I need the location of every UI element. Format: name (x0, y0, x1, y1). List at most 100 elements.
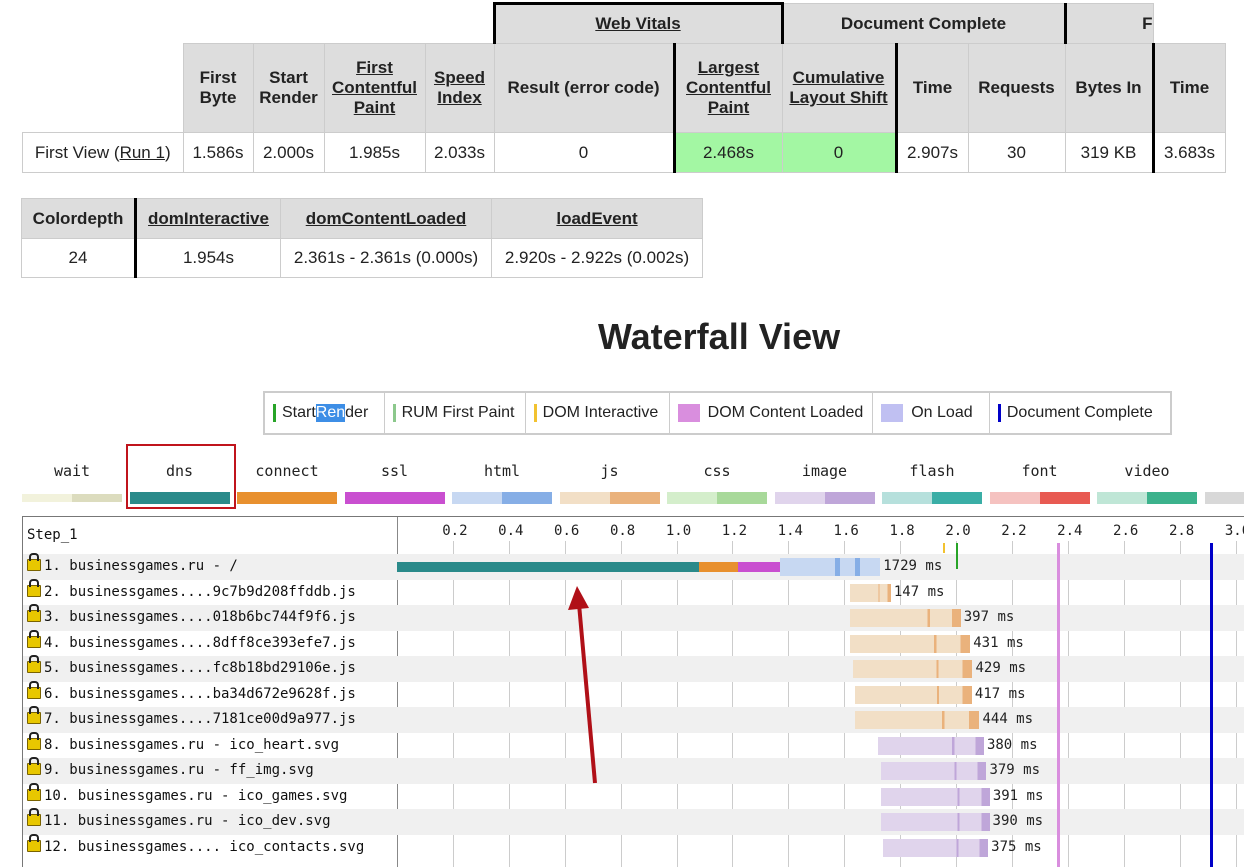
axis-tick: 2.0 (945, 523, 971, 539)
header-dc-time: Time (894, 43, 969, 133)
lock-icon (27, 553, 41, 571)
header-requests: Requests (967, 43, 1066, 133)
cls-link[interactable]: Cumulative Layout Shift (789, 68, 887, 107)
request-row[interactable]: 10. businessgames.ru - ico_games.svg 391 … (23, 782, 1244, 810)
lock-icon (27, 833, 41, 852)
request-row[interactable]: 4. businessgames....8dff8ce393efe7.js 431… (23, 629, 1244, 657)
lock-icon (27, 808, 41, 826)
request-row[interactable]: 1. businessgames.ru - / 1729 ms (23, 553, 1244, 580)
request-duration: 429 ms (975, 660, 1027, 676)
type-swatch-js (559, 492, 660, 504)
header-cls[interactable]: Cumulative Layout Shift (781, 43, 897, 133)
legend-rum-first-paint: RUM First Paint (385, 393, 526, 433)
waterfall-legend: Start Ren der RUM First Paint DOM Interac… (263, 391, 1172, 435)
request-row[interactable]: 6. businessgames....ba34d672e9628f.js 417… (23, 680, 1244, 708)
request-row[interactable]: 12. businessgames.... ico_contacts.svg 37… (23, 833, 1244, 861)
request-url: 1. businessgames.ru - / (44, 558, 238, 574)
request-label[interactable]: 3. businessgames....018b6bc744f9f6.js (27, 604, 356, 625)
type-image: image (774, 462, 875, 504)
dom-interactive-link[interactable]: domInteractive (148, 209, 269, 228)
dom-content-loaded-link[interactable]: domContentLoaded (306, 209, 467, 228)
web-vitals-link[interactable]: Web Vitals (595, 14, 680, 33)
request-row[interactable]: 9. businessgames.ru - ff_img.svg 379 ms (23, 757, 1244, 784)
type-swatch-css (667, 492, 767, 504)
request-duration: 444 ms (982, 711, 1034, 727)
lock-icon (27, 629, 41, 648)
request-label[interactable]: 10. businessgames.ru - ico_games.svg (27, 782, 347, 804)
request-url: 8. businessgames.ru - ico_heart.svg (44, 736, 340, 753)
header-dom-content-loaded[interactable]: domContentLoaded (280, 198, 492, 239)
request-label[interactable]: 8. businessgames.ru - ico_heart.svg (27, 731, 340, 753)
type-label: html (483, 462, 521, 480)
request-label[interactable]: 5. businessgames....fc8b18bd29106e.js (27, 655, 356, 676)
request-duration: 397 ms (963, 609, 1015, 625)
image-bar (880, 762, 987, 780)
request-label[interactable]: 12. businessgames.... ico_contacts.svg (27, 833, 364, 855)
lock-icon (27, 604, 41, 622)
axis-tick: 3.0 (1224, 523, 1244, 539)
header-load-event[interactable]: loadEvent (491, 198, 703, 239)
type-swatch-ssl (344, 492, 445, 504)
request-url: 7. businessgames....7181ce00d9a977.js (44, 711, 356, 727)
request-row[interactable]: 7. businessgames....7181ce00d9a977.js 444… (23, 706, 1244, 733)
lcp-link[interactable]: Largest Contentful Paint (686, 58, 771, 117)
request-label[interactable]: 4. businessgames....8dff8ce393efe7.js (27, 629, 356, 651)
axis-tick: 1.4 (777, 523, 803, 539)
legend-start-render-selected-text: Ren (315, 404, 346, 422)
connect-bar (698, 562, 738, 572)
axis-tick: 2.6 (1113, 523, 1139, 539)
request-url: 6. businessgames....ba34d672e9628f.js (44, 685, 356, 702)
request-label[interactable]: 2. businessgames....9c7b9d208ffddb.js (27, 578, 356, 600)
header-speed-index[interactable]: Speed Index (424, 43, 495, 133)
row-label-text: First View ( (34, 142, 120, 162)
request-row[interactable]: 5. businessgames....fc8b18bd29106e.js 429… (23, 655, 1244, 682)
group-web-vitals[interactable]: Web Vitals (492, 2, 783, 44)
request-duration: 1729 ms (883, 558, 943, 574)
header-start-render: Start Render (252, 43, 325, 133)
lock-icon (27, 655, 41, 673)
request-url: 11. businessgames.ru - ico_dev.svg (44, 813, 331, 829)
request-duration: 379 ms (989, 762, 1041, 778)
speed-index-link[interactable]: Speed Index (434, 68, 485, 107)
value-fcp: 1.985s (323, 132, 426, 173)
header-fcp[interactable]: First Contentful Paint (323, 43, 426, 133)
row-label-end: ) (164, 142, 171, 162)
type-swatch-ot (1204, 492, 1244, 504)
ssl-bar (737, 562, 780, 572)
request-label[interactable]: 7. businessgames....7181ce00d9a977.js (27, 706, 356, 727)
header-lcp[interactable]: Largest Contentful Paint (672, 43, 783, 133)
request-duration: 390 ms (992, 813, 1044, 829)
fcp-link[interactable]: First Contentful Paint (332, 58, 417, 117)
lock-icon (27, 757, 41, 775)
value-first-byte: 1.586s (182, 132, 254, 173)
lock-icon (27, 680, 41, 699)
type-swatch-connect (237, 492, 337, 504)
request-label[interactable]: 11. businessgames.ru - ico_dev.svg (27, 808, 331, 829)
request-row[interactable]: 3. businessgames....018b6bc744f9f6.js 397… (23, 604, 1244, 631)
type-swatch-html (452, 492, 552, 504)
header-dom-interactive[interactable]: domInteractive (134, 198, 281, 239)
type-font: font (989, 462, 1090, 504)
legend-start-render-text-c: der (345, 404, 369, 421)
header-bytes-in: Bytes In (1064, 43, 1154, 133)
image-bar (880, 787, 990, 806)
legend-rum-text: RUM First Paint (401, 404, 515, 421)
value-bytes-in: 319 KB (1064, 132, 1154, 173)
request-label[interactable]: 1. businessgames.ru - / (27, 553, 238, 574)
js-bar (852, 660, 973, 678)
load-event-link[interactable]: loadEvent (556, 209, 637, 228)
value-requests: 30 (967, 132, 1066, 173)
dns-highlight-box (126, 444, 236, 509)
axis-tick: 1.6 (833, 523, 859, 539)
request-row[interactable]: 8. businessgames.ru - ico_heart.svg 380 m… (23, 731, 1244, 759)
request-row[interactable]: 2. businessgames....9c7b9d208ffddb.js 147… (23, 578, 1244, 606)
dom-interactive-marker (943, 543, 946, 553)
group-fully-loaded: F (1063, 3, 1154, 44)
request-label[interactable]: 9. businessgames.ru - ff_img.svg (27, 757, 314, 778)
request-label[interactable]: 6. businessgames....ba34d672e9628f.js (27, 680, 356, 702)
group-document-complete: Document Complete (780, 3, 1066, 44)
request-row[interactable]: 11. businessgames.ru - ico_dev.svg 390 ms (23, 808, 1244, 835)
run-1-link[interactable]: Run 1 (120, 143, 165, 162)
request-url: 3. businessgames....018b6bc744f9f6.js (44, 609, 356, 625)
type-label: flash (909, 462, 955, 480)
